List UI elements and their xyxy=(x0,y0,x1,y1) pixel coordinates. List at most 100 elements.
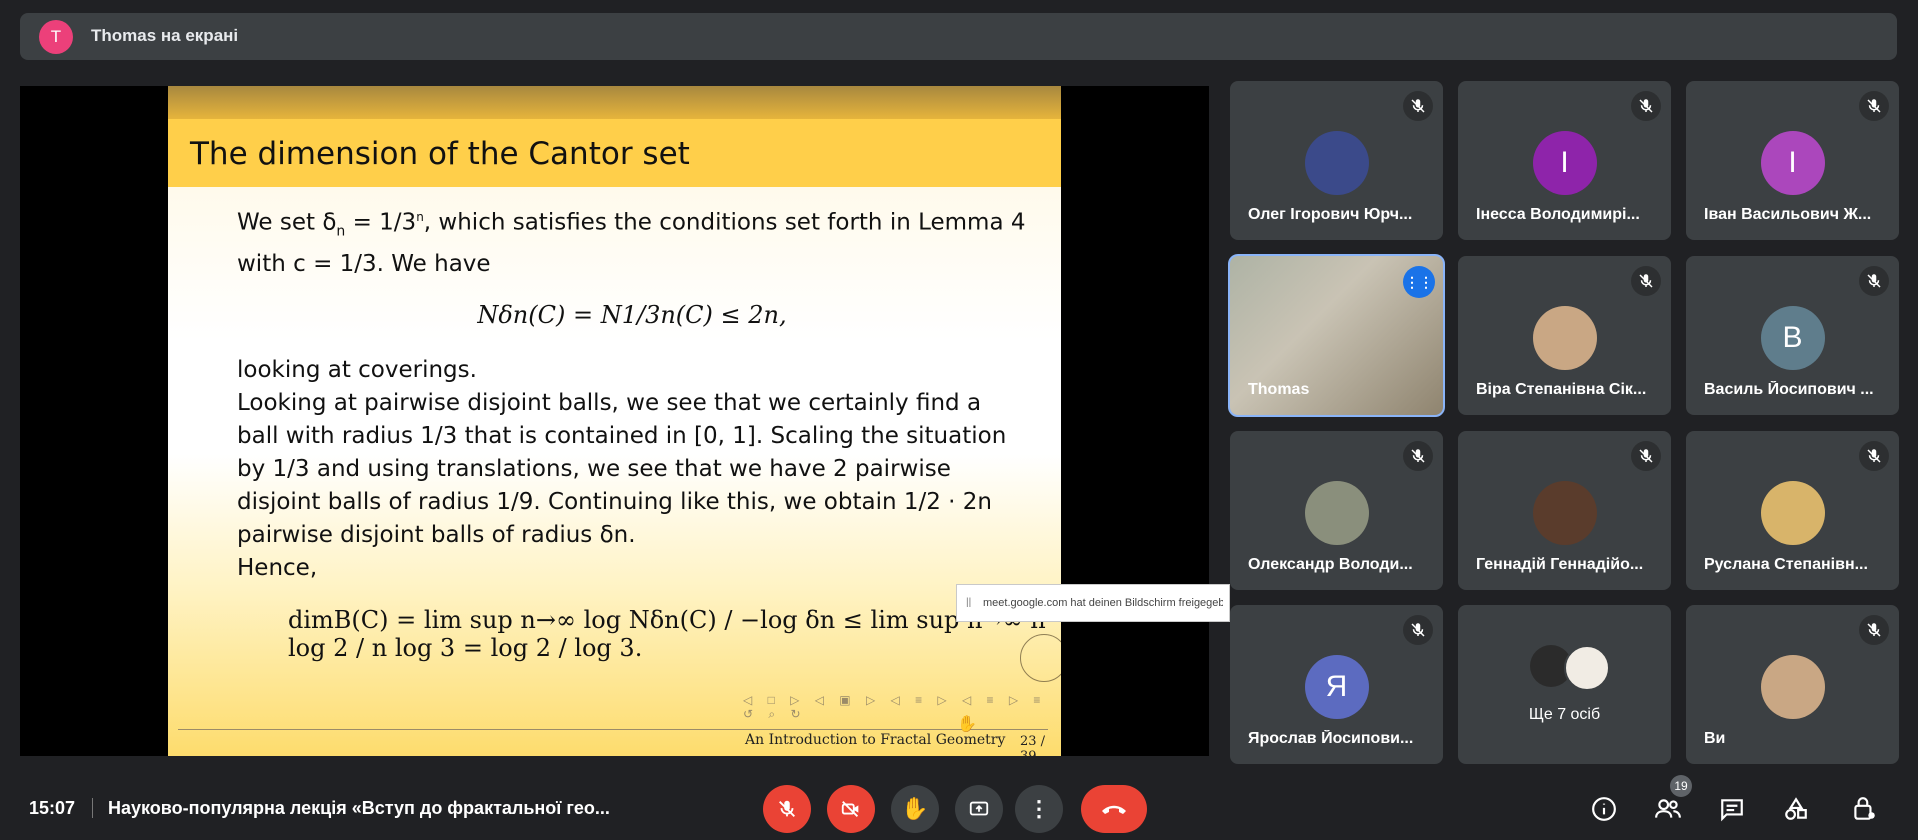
avatar: Я xyxy=(1304,655,1369,719)
participant-name: Руслана Степанівн... xyxy=(1704,556,1868,573)
slide-paragraph-1: We set δn = 1/3n, which satisfies the co… xyxy=(237,209,1026,278)
avatar xyxy=(1304,481,1369,545)
speaking-indicator: ⋮⋮ xyxy=(1403,266,1435,298)
activities-icon xyxy=(1785,797,1807,820)
participant-name: Геннадій Геннадійо... xyxy=(1476,556,1644,573)
slide-paragraph-2: Looking at pairwise disjoint balls, we s… xyxy=(237,390,1007,549)
avatar: І xyxy=(1532,131,1597,195)
participant-name: Інесса Володимирі... xyxy=(1476,206,1640,223)
divider xyxy=(92,798,93,818)
muted-indicator xyxy=(1403,441,1433,471)
activities-button[interactable] xyxy=(1778,791,1814,827)
mic-off-icon xyxy=(1411,449,1425,463)
more-avatars xyxy=(1530,645,1610,691)
mic-off-button[interactable] xyxy=(763,785,811,833)
participant-name: Василь Йосипович ... xyxy=(1704,381,1874,398)
audio-level-icon: ⋮⋮ xyxy=(1405,273,1433,290)
slide-equation-2: dimB(C) = lim sup n→∞ log Nδn(C) / −log … xyxy=(288,606,1046,662)
info-icon xyxy=(1592,797,1616,821)
avatar: І xyxy=(1760,131,1825,195)
sharing-notification[interactable]: || meet.google.com hat deinen Bildschirm… xyxy=(956,584,1230,622)
avatar xyxy=(1760,481,1825,545)
participant-name: Віра Степанівна Сік... xyxy=(1476,381,1647,398)
participant-name: Thomas xyxy=(1248,381,1310,398)
mic-off-icon xyxy=(1639,274,1653,288)
mic-off-icon xyxy=(1867,623,1881,637)
mic-off-icon xyxy=(1411,99,1425,113)
chat-button[interactable] xyxy=(1714,791,1750,827)
participant-name: Іван Васильович Ж... xyxy=(1704,206,1872,223)
hang-up-icon xyxy=(1102,805,1126,814)
slide-equation-1: Nδn(C) = N1/3n(C) ≤ 2n, xyxy=(477,301,787,330)
people-button[interactable] xyxy=(1650,791,1686,827)
participant-tile[interactable]: І Інесса Володимирі... xyxy=(1458,81,1671,240)
drag-handle-icon[interactable]: || xyxy=(966,597,971,608)
participant-tile[interactable]: Олександр Володи... xyxy=(1230,431,1443,590)
footer-line xyxy=(178,729,1048,730)
present-icon xyxy=(969,801,989,816)
presentation-slide: The dimension of the Cantor set We set δ… xyxy=(168,86,1061,756)
leave-call-button[interactable] xyxy=(1081,785,1147,833)
mic-off-icon xyxy=(1867,274,1881,288)
muted-indicator xyxy=(1631,266,1661,296)
camera-off-button[interactable] xyxy=(827,785,875,833)
page-number: 23 / 39 xyxy=(1020,734,1046,756)
muted-indicator xyxy=(1631,91,1661,121)
muted-indicator xyxy=(1859,91,1889,121)
slide-title: The dimension of the Cantor set xyxy=(190,136,690,172)
participant-name: Ярослав Йосипови... xyxy=(1248,730,1414,747)
hand-cursor-icon: ✋ xyxy=(957,716,977,733)
people-icon xyxy=(1655,799,1681,818)
presenter-label: Thomas на екрані xyxy=(91,26,239,45)
more-vert-icon: ⋮ xyxy=(1028,796,1050,821)
university-seal xyxy=(1020,634,1061,682)
beamer-navigation-icons: ◁ □ ▷ ◁ ▣ ▷ ◁ ≡ ▷ ◁ ≡ ▷ ≡ ↺ ⌕ ↻ xyxy=(743,693,1047,721)
participant-name: Олександр Володи... xyxy=(1248,556,1413,573)
mic-off-icon xyxy=(1411,623,1425,637)
muted-indicator xyxy=(1631,441,1661,471)
present-screen-button[interactable] xyxy=(955,785,1003,833)
more-options-button[interactable]: ⋮ xyxy=(1015,785,1063,833)
host-controls-button[interactable] xyxy=(1846,791,1882,827)
participant-tile[interactable]: Геннадій Геннадійо... xyxy=(1458,431,1671,590)
clock: 15:07 xyxy=(29,798,76,818)
muted-indicator xyxy=(1403,615,1433,645)
mic-off-icon xyxy=(1639,99,1653,113)
slide-coverings-line: looking at coverings. xyxy=(237,357,477,384)
avatar: В xyxy=(1760,306,1825,370)
mic-off-icon xyxy=(1639,449,1653,463)
participant-name: Олег Ігорович Юрч... xyxy=(1248,206,1413,223)
mic-off-icon xyxy=(1867,99,1881,113)
participant-tile[interactable]: Ще 7 осіб xyxy=(1458,605,1671,764)
slide-footer: An Introduction to Fractal Geometry 23 /… xyxy=(168,726,1061,756)
avatar xyxy=(1564,645,1610,691)
mic-off-icon xyxy=(779,800,795,817)
mic-off-icon xyxy=(1867,449,1881,463)
muted-indicator xyxy=(1403,91,1433,121)
avatar xyxy=(1532,481,1597,545)
muted-indicator xyxy=(1859,266,1889,296)
participant-tile[interactable]: ⋮⋮ Thomas xyxy=(1228,254,1445,417)
raise-hand-button[interactable]: ✋ xyxy=(891,785,939,833)
presenter-bar: T Thomas на екрані xyxy=(20,13,1897,60)
participant-tile[interactable]: І Іван Васильович Ж... xyxy=(1686,81,1899,240)
avatar xyxy=(1532,306,1597,370)
presenter-avatar: T xyxy=(39,20,73,54)
screen-share[interactable]: The dimension of the Cantor set We set δ… xyxy=(20,86,1230,756)
avatar xyxy=(1304,131,1369,195)
participant-tile[interactable]: Олег Ігорович Юрч... xyxy=(1230,81,1443,240)
participant-tile[interactable]: В Василь Йосипович ... xyxy=(1686,256,1899,415)
slide-body: We set δn = 1/3n, which satisfies the co… xyxy=(237,201,1027,585)
meeting-details-button[interactable] xyxy=(1586,791,1622,827)
meeting-title: Науково-популярна лекція «Вступ до фракт… xyxy=(108,798,610,818)
participant-tile[interactable]: Віра Степанівна Сік... xyxy=(1458,256,1671,415)
participant-name: Ви xyxy=(1704,730,1726,747)
slide-hence: Hence, xyxy=(237,555,318,582)
participant-tile[interactable]: Ви xyxy=(1686,605,1899,764)
chat-icon xyxy=(1721,799,1743,822)
sharing-notification-text: meet.google.com hat deinen Bildschirm fr… xyxy=(983,597,1223,609)
camera-off-icon xyxy=(841,801,859,817)
muted-indicator xyxy=(1859,615,1889,645)
participant-tile[interactable]: Я Ярослав Йосипови... xyxy=(1230,605,1443,764)
participant-tile[interactable]: Руслана Степанівн... xyxy=(1686,431,1899,590)
